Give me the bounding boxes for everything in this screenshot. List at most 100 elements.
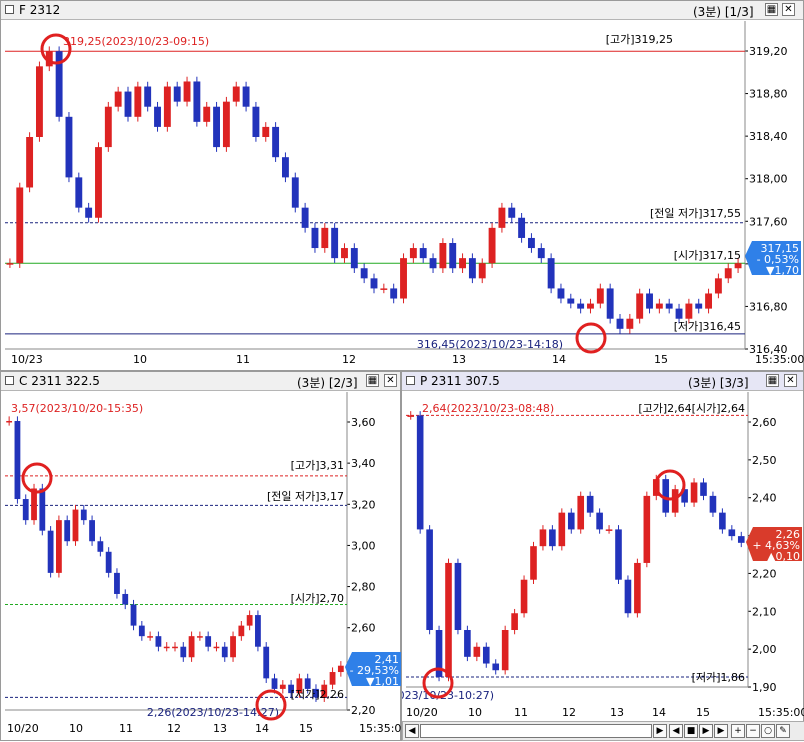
candle-body	[272, 126, 280, 158]
annotation-high-time: 2,64(2023/10/23-08:48)	[422, 402, 554, 415]
annotation-high-time: 319,25(2023/10/23-09:15)	[63, 35, 209, 48]
candle-body	[690, 482, 698, 503]
candle-body	[105, 551, 112, 573]
candle-body	[263, 646, 270, 679]
candle-body	[449, 243, 457, 269]
candle-body	[473, 646, 481, 657]
annotation-prev-low: [전일 저가]317,55	[650, 206, 741, 220]
x-end-time-label: 15:35:00	[758, 706, 804, 719]
candle-body	[626, 318, 634, 329]
candle-body	[558, 512, 566, 547]
annotation-open: [시가]317,15	[674, 249, 741, 262]
candle-body	[130, 604, 137, 626]
candle-body	[429, 258, 437, 269]
highlight-circle	[575, 322, 607, 354]
highlight-circle	[654, 469, 686, 501]
candle-body	[14, 420, 21, 500]
candle-body	[606, 288, 614, 319]
candle-body	[728, 529, 736, 537]
y-tick-label: 316,80	[749, 300, 788, 313]
candle-body	[400, 258, 407, 299]
candle-body	[577, 303, 585, 309]
x-tick-label: 10	[133, 353, 147, 366]
y-tick-label: 2,10	[752, 605, 777, 618]
candle-body	[163, 86, 171, 127]
candle-body	[97, 541, 104, 552]
chart-area[interactable]: 2,602,502,402,302,202,102,001,9010/20101…	[402, 372, 804, 742]
play-icon[interactable]: ▶	[699, 724, 713, 738]
x-tick-label: 11	[119, 722, 133, 735]
x-tick-label: 10/23	[11, 353, 43, 366]
annotation-high-time: 3,57(2023/10/20-15:35)	[11, 402, 143, 415]
navigation-toolbar: ◀ ▶ ◀ ■ ▶ ▶ + − ○ ✎	[402, 721, 804, 741]
y-tick-label: 3,20	[351, 498, 376, 511]
chart-area[interactable]: 319,20318,80318,40318,00317,60317,20316,…	[1, 1, 804, 372]
candle-body	[520, 579, 528, 614]
y-tick-label: 2,40	[752, 492, 777, 505]
candle-body	[193, 81, 201, 122]
candle-body	[104, 106, 112, 148]
annotation-high: [고가]3,31	[291, 459, 344, 472]
scroll-left-icon[interactable]: ◀	[405, 724, 419, 738]
candle-body	[134, 86, 142, 117]
candle-body	[445, 562, 452, 677]
annotation-open: [시가]2,70	[291, 592, 344, 605]
candle-body	[95, 147, 102, 218]
badge-change: ▼1,01	[366, 675, 399, 688]
y-tick-label: 318,80	[749, 88, 788, 101]
candle-body	[724, 268, 732, 279]
forward-icon[interactable]: ▶	[714, 724, 728, 738]
x-end-time-label: 15:35:00	[755, 353, 804, 366]
candle-body	[498, 207, 506, 228]
candle-body	[380, 288, 388, 290]
scroll-right-icon[interactable]: ▶	[653, 724, 667, 738]
x-tick-label: 11	[514, 706, 528, 719]
candle-body	[147, 636, 154, 638]
candle-body	[291, 177, 299, 208]
candle-body	[454, 562, 462, 630]
candle-body	[205, 636, 212, 647]
candle-body	[737, 536, 745, 543]
candle-body	[665, 303, 673, 309]
candle-body	[596, 288, 604, 304]
candle-body	[685, 303, 693, 319]
candle-body	[242, 86, 250, 107]
stop-icon[interactable]: ■	[684, 724, 698, 738]
x-tick-label: 13	[610, 706, 624, 719]
scrollbar-track[interactable]	[420, 724, 652, 738]
candle-body	[714, 278, 722, 294]
rewind-icon[interactable]: ◀	[669, 724, 683, 738]
zoom-out-icon[interactable]: −	[746, 724, 760, 738]
candle-body	[122, 593, 129, 605]
candle-body	[616, 318, 624, 329]
chart-area[interactable]: 3,603,403,203,002,802,602,402,2010/20101…	[1, 372, 402, 742]
candle-body	[47, 530, 54, 573]
x-tick-label: 12	[167, 722, 181, 735]
candle-body	[468, 258, 476, 279]
candle-body	[482, 646, 490, 664]
annotation-low-time: 316,45(2023/10/23-14:18)	[417, 338, 563, 351]
zoom-in-icon[interactable]: +	[731, 724, 745, 738]
candle-body	[634, 562, 641, 614]
candle-body	[172, 646, 178, 649]
candle-body	[188, 636, 195, 658]
candle-body	[464, 630, 471, 657]
x-tick-label: 15	[299, 722, 313, 735]
candle-body	[426, 529, 433, 630]
candle-body	[636, 293, 644, 319]
x-tick-label: 10	[69, 722, 83, 735]
candle-body	[221, 646, 228, 658]
candle-body	[279, 684, 286, 689]
candle-body	[281, 157, 289, 178]
candle-body	[85, 207, 93, 218]
candle-body	[35, 66, 43, 137]
x-tick-label: 10/20	[406, 706, 438, 719]
candle-body	[144, 86, 152, 107]
candle-body	[577, 495, 585, 530]
tool-icon[interactable]: ✎	[776, 724, 790, 738]
y-tick-label: 3,40	[351, 457, 376, 470]
candle-body	[331, 227, 339, 259]
candle-body	[6, 263, 14, 265]
candle-body	[252, 106, 260, 137]
zoom-reset-icon[interactable]: ○	[761, 724, 775, 738]
